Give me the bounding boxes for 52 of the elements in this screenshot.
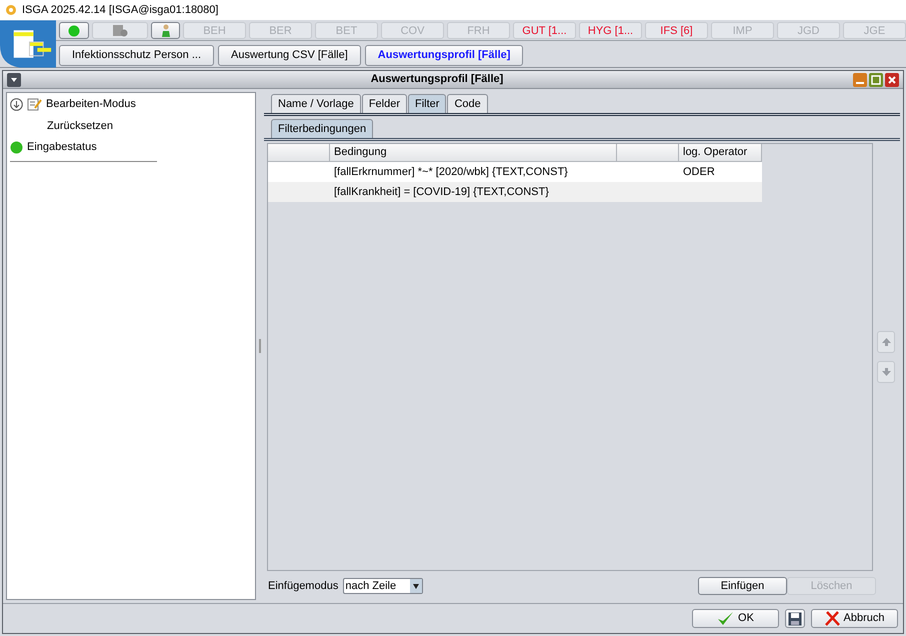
column-header: log. Operator	[679, 144, 762, 162]
tab[interactable]: Name / Vorlage	[271, 94, 361, 113]
module-button[interactable]: HYG [1...	[579, 22, 642, 39]
ok-button[interactable]: OK	[692, 609, 779, 628]
toolbar-button[interactable]	[59, 22, 89, 39]
column-header	[617, 144, 679, 162]
module-button[interactable]: GUT [1...	[513, 22, 576, 39]
field-label: Einfügemodus	[268, 578, 338, 594]
up-arrow-icon	[882, 338, 890, 346]
cancel-button[interactable]: Abbruch	[811, 609, 898, 628]
toolbar-button[interactable]	[151, 22, 180, 39]
status-dot-icon	[68, 24, 80, 36]
caret-icon	[410, 579, 422, 593]
insert-button[interactable]: Einfügen	[698, 577, 787, 595]
column-header	[268, 144, 330, 162]
close-icon[interactable]	[885, 72, 899, 86]
open-tab[interactable]: Infektionsschutz Person ...	[59, 45, 214, 66]
table-row[interactable]: [fallErkrnummer] *~* [2020/wbk] {TEXT,CONST} ODER	[268, 162, 762, 182]
open-tab[interactable]: Auswertungsprofil [Fälle]	[364, 45, 524, 66]
app-icon	[4, 3, 18, 17]
down-arrow-icon	[882, 368, 890, 376]
tab[interactable]: Filter	[408, 94, 446, 113]
insert-mode-dropdown[interactable]: nach Zeile	[343, 578, 424, 594]
table-cell-text: ODER	[682, 164, 716, 180]
checkmark-icon	[717, 611, 734, 626]
window-title: Auswertungsprofil [Fälle]	[370, 72, 504, 88]
minimize-icon[interactable]	[853, 72, 867, 86]
cross-icon	[824, 611, 840, 626]
status-dot-icon	[10, 140, 23, 154]
table-cell-text: [fallErkrnummer] *~* [2020/wbk] {TEXT,CONST}	[334, 164, 569, 180]
edit-icon	[27, 97, 42, 112]
menu-item[interactable]: Zurücksetzen	[10, 118, 252, 134]
module-button[interactable]: IFS [6]	[645, 22, 708, 39]
dropdown-value: nach Zeile	[344, 578, 398, 594]
toolbar-button[interactable]	[92, 22, 148, 39]
table-row[interactable]: [fallKrankheit] = [COVID-19] {TEXT,CONST}	[268, 182, 762, 202]
save-button[interactable]	[785, 609, 805, 628]
person-icon	[160, 24, 170, 37]
maximize-icon[interactable]	[869, 72, 883, 86]
tab[interactable]: Code	[447, 94, 488, 113]
window-menu-icon[interactable]	[7, 72, 21, 86]
column-header: Bedingung	[330, 144, 617, 162]
tab[interactable]: Felder	[362, 94, 408, 113]
table-cell-text: [fallKrankheit] = [COVID-19] {TEXT,CONST}	[334, 184, 550, 200]
menu-item[interactable]: Eingabestatus	[27, 139, 97, 156]
move-up-button[interactable]	[877, 331, 895, 353]
move-down-button[interactable]	[877, 361, 895, 383]
menu-item[interactable]: Bearbeiten-Modus	[46, 96, 136, 112]
open-tab[interactable]: Auswertung CSV [Fälle]	[218, 45, 361, 66]
app-title: ISGA 2025.42.14 [ISGA@isga01:18080]	[22, 2, 218, 18]
database-icon	[112, 24, 128, 37]
subtab[interactable]: Filterbedingungen	[271, 119, 374, 138]
